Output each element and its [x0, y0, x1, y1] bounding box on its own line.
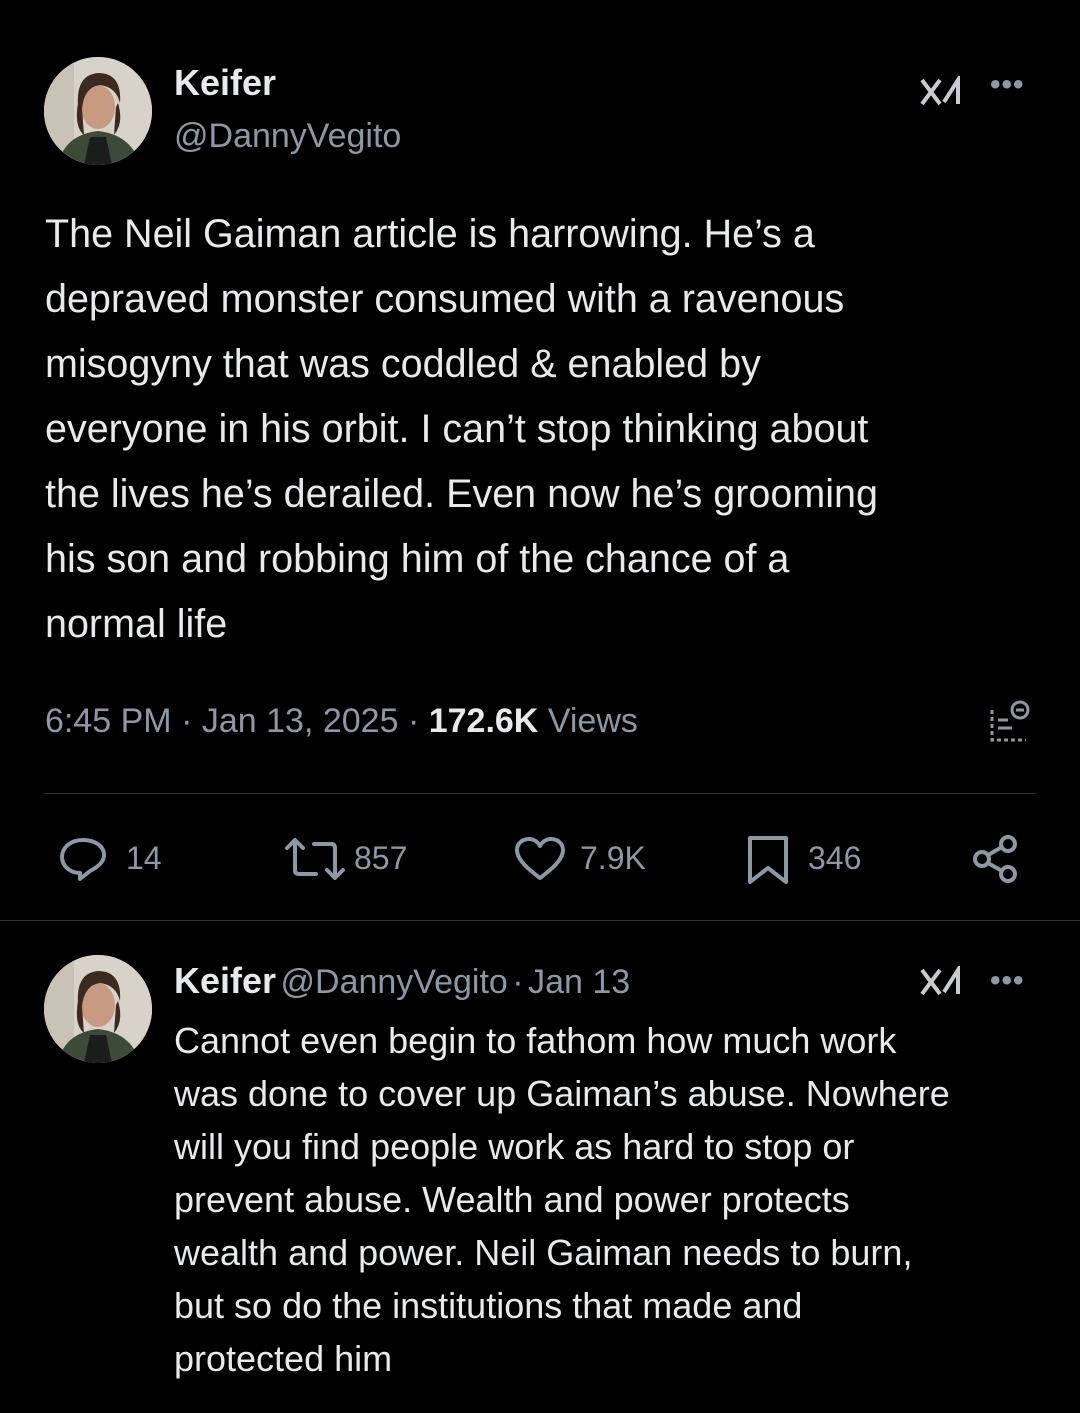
- more-icon[interactable]: •••: [990, 68, 1025, 102]
- reply-author-handle[interactable]: @DannyVegito: [281, 963, 508, 1001]
- views-count: 172.6K: [428, 702, 539, 740]
- author-handle[interactable]: @DannyVegito: [174, 117, 401, 156]
- share-icon: [973, 835, 1017, 883]
- reply-author-name[interactable]: Keifer: [174, 960, 276, 1001]
- heart-icon: [515, 837, 565, 880]
- reply-separator: ·: [512, 963, 524, 1001]
- meta-separator: ·: [181, 702, 193, 740]
- author-name[interactable]: Keifer: [174, 62, 276, 104]
- analytics-icon[interactable]: [986, 698, 1034, 751]
- retweet-button[interactable]: [284, 836, 346, 887]
- tweet-date[interactable]: Jan 13, 2025: [202, 702, 399, 740]
- like-button[interactable]: [514, 836, 566, 887]
- grok-icon[interactable]: [918, 963, 964, 1001]
- retweet-count: 857: [354, 840, 408, 876]
- tweet-time[interactable]: 6:45 PM: [45, 702, 172, 740]
- section-divider: [0, 920, 1080, 921]
- bookmark-button[interactable]: [746, 834, 790, 891]
- grok-icon[interactable]: [918, 73, 964, 111]
- meta-separator: ·: [407, 702, 420, 740]
- author-avatar[interactable]: [44, 57, 152, 165]
- reply-count: 14: [126, 840, 162, 876]
- divider: [44, 793, 1036, 794]
- views-label: Views: [547, 702, 638, 740]
- reply-date[interactable]: Jan 13: [528, 963, 630, 1001]
- like-count: 7.9K: [580, 840, 646, 876]
- retweet-icon: [285, 838, 345, 880]
- reply-icon: [60, 838, 106, 881]
- more-icon[interactable]: •••: [990, 964, 1025, 998]
- reply-header: Keifer @DannyVegito · Jan 13: [174, 960, 630, 1002]
- share-button[interactable]: [970, 834, 1020, 889]
- reply-author-avatar[interactable]: [44, 955, 152, 1063]
- tweet-text: The Neil Gaiman article is harrowing. He…: [45, 212, 878, 646]
- reply-text: Cannot even begin to fathom how much wor…: [174, 1020, 950, 1379]
- bookmark-count: 346: [808, 840, 862, 876]
- tweet-meta: 6:45 PM · Jan 13, 2025 · 172.6K Views: [45, 702, 638, 741]
- reply-button[interactable]: [58, 836, 108, 887]
- bookmark-icon: [748, 836, 788, 884]
